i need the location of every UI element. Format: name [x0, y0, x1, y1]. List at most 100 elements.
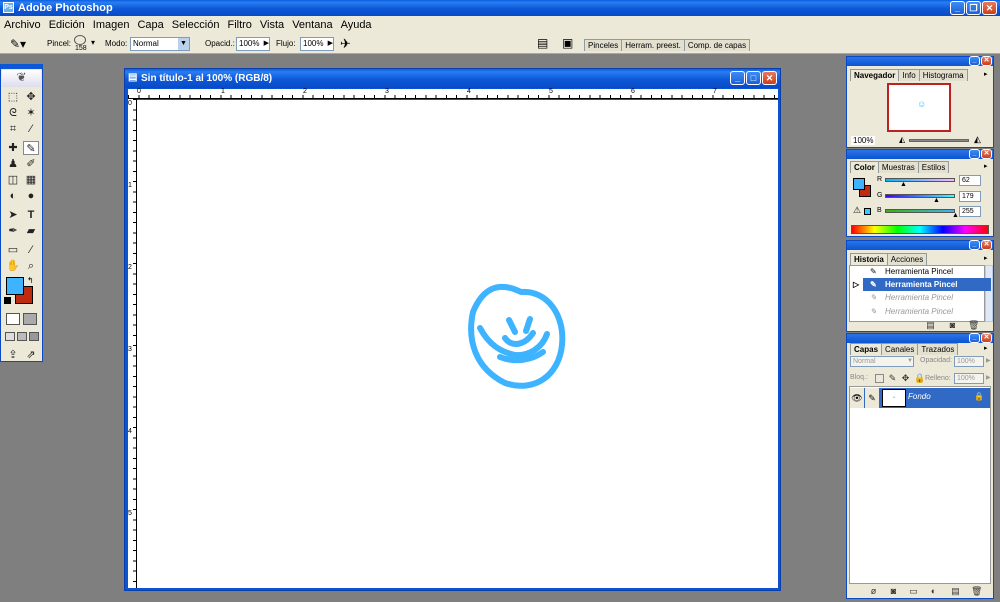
- color-minimize-button[interactable]: _: [969, 149, 980, 159]
- new-document-from-state-icon[interactable]: ▤: [926, 321, 935, 330]
- layer-mask-icon[interactable]: ◙: [889, 587, 898, 596]
- healing-brush-tool-icon[interactable]: ✚: [5, 141, 21, 155]
- history-item-selected[interactable]: ▷ ✎ Herramienta Pincel: [853, 278, 991, 291]
- g-slider[interactable]: [885, 194, 955, 198]
- gradient-tool-icon[interactable]: ▦: [23, 173, 39, 187]
- color-fg-swatch[interactable]: [853, 178, 865, 190]
- close-button[interactable]: ✕: [982, 1, 997, 15]
- tab-historia[interactable]: Historia: [850, 253, 888, 265]
- tab-herram-preest[interactable]: Herram. preest.: [621, 39, 685, 51]
- tab-acciones[interactable]: Acciones: [886, 253, 928, 265]
- warning-icon[interactable]: ⚠: [853, 205, 861, 216]
- zoom-slider[interactable]: [909, 139, 969, 142]
- layer-opacity-field[interactable]: 100%: [954, 356, 984, 367]
- menu-seleccion[interactable]: Selección: [168, 16, 224, 34]
- history-close-button[interactable]: ✕: [981, 240, 992, 250]
- tab-color[interactable]: Color: [850, 161, 879, 173]
- panel-menu-arrow-icon[interactable]: ▸: [984, 70, 988, 78]
- zoom-out-icon[interactable]: ◭: [899, 135, 905, 144]
- foreground-color-swatch[interactable]: [6, 277, 24, 295]
- quick-mask-icon[interactable]: [23, 313, 37, 325]
- color-spectrum-bar[interactable]: [851, 225, 989, 234]
- zoom-tool-icon[interactable]: ⌕: [23, 259, 39, 273]
- navigator-minimize-button[interactable]: _: [969, 56, 980, 66]
- fill-field[interactable]: 100%: [954, 373, 984, 384]
- flow-arrow-icon[interactable]: ▶: [328, 38, 333, 50]
- palette-well-icon[interactable]: ▣: [562, 36, 573, 50]
- layer-style-icon[interactable]: ø: [869, 587, 878, 596]
- menu-vista[interactable]: Vista: [256, 16, 288, 34]
- shape-tool-icon[interactable]: ▰: [23, 224, 39, 238]
- layer-set-icon[interactable]: ▭: [909, 587, 918, 596]
- lock-image-icon[interactable]: ✎: [888, 374, 897, 383]
- color-panel-header[interactable]: _ ✕: [847, 149, 993, 159]
- delete-layer-icon[interactable]: 🗑: [971, 587, 982, 596]
- lock-transparency-icon[interactable]: [875, 374, 884, 383]
- photoshop-feather-icon[interactable]: ❦: [2, 70, 41, 87]
- web-safe-swatch[interactable]: [864, 208, 871, 215]
- hand-tool-icon[interactable]: ✋: [5, 259, 21, 273]
- jump-to-imageready-icon[interactable]: ⇪: [5, 348, 21, 362]
- history-item[interactable]: ✎ Herramienta Pincel: [863, 291, 991, 304]
- layer-row-fondo[interactable]: 👁 ✎ • Fondo 🔒: [850, 388, 990, 408]
- dodge-tool-icon[interactable]: ●: [23, 189, 39, 203]
- move-tool-icon[interactable]: ✥: [23, 90, 39, 104]
- screen-mode-standard-icon[interactable]: [5, 332, 15, 341]
- doc-maximize-button[interactable]: □: [746, 71, 761, 85]
- tab-muestras[interactable]: Muestras: [877, 161, 919, 173]
- adjustment-layer-icon[interactable]: ◐: [929, 587, 938, 596]
- color-close-button[interactable]: ✕: [981, 149, 992, 159]
- doc-close-button[interactable]: ✕: [762, 71, 777, 85]
- b-value-field[interactable]: 255: [959, 206, 981, 217]
- lasso-tool-icon[interactable]: ᘓ: [5, 106, 21, 120]
- b-slider-handle-icon[interactable]: ▲: [952, 212, 959, 219]
- tab-histograma[interactable]: Histograma: [918, 69, 968, 81]
- brush-tool-icon[interactable]: ✎: [23, 141, 39, 155]
- eraser-tool-icon[interactable]: ◫: [5, 173, 21, 187]
- opacity-field[interactable]: 100% ▶: [236, 37, 270, 51]
- menu-edicion[interactable]: Edición: [45, 16, 89, 34]
- airbrush-icon[interactable]: ✈: [340, 36, 351, 52]
- flow-field[interactable]: 100% ▶: [300, 37, 334, 51]
- tab-comp-capas[interactable]: Comp. de capas: [683, 39, 751, 51]
- restore-button[interactable]: ❐: [966, 1, 981, 15]
- blend-mode-select[interactable]: Normal ▼: [850, 356, 914, 367]
- g-slider-handle-icon[interactable]: ▲: [933, 197, 940, 204]
- screen-mode-full-icon[interactable]: [29, 332, 39, 341]
- slice-tool-icon[interactable]: ⁄: [23, 122, 39, 136]
- blur-tool-icon[interactable]: ◐: [5, 189, 21, 203]
- eyedropper-tool-icon[interactable]: ⁄: [23, 243, 39, 257]
- new-layer-icon[interactable]: ▤: [951, 587, 960, 596]
- mode-select[interactable]: Normal ▼: [130, 37, 190, 51]
- tab-pinceles[interactable]: Pinceles: [584, 39, 623, 51]
- crop-tool-icon[interactable]: ⌗: [5, 122, 21, 136]
- r-slider-handle-icon[interactable]: ▲: [900, 181, 907, 188]
- opacity-arrow-icon[interactable]: ▶: [264, 38, 269, 50]
- brush-dropdown-icon[interactable]: ▾: [91, 38, 95, 47]
- tab-trazados[interactable]: Trazados: [917, 343, 959, 355]
- navigator-preview[interactable]: ☺: [887, 83, 951, 132]
- r-slider[interactable]: [885, 178, 955, 182]
- minimize-button[interactable]: _: [950, 1, 965, 15]
- history-item[interactable]: ✎ Herramienta Pincel: [863, 265, 991, 278]
- file-browser-icon[interactable]: ▤: [537, 36, 548, 50]
- g-value-field[interactable]: 179: [959, 191, 981, 202]
- doc-minimize-button[interactable]: _: [730, 71, 745, 85]
- layers-menu-arrow-icon[interactable]: ▸: [984, 344, 988, 352]
- notes-tool-icon[interactable]: ▭: [5, 243, 21, 257]
- swap-colors-icon[interactable]: ↰: [27, 276, 34, 285]
- menu-ayuda[interactable]: Ayuda: [337, 16, 376, 34]
- navigator-panel-header[interactable]: _ ✕: [847, 56, 993, 66]
- history-menu-arrow-icon[interactable]: ▸: [984, 254, 988, 262]
- menu-imagen[interactable]: Imagen: [89, 16, 134, 34]
- zoom-in-icon[interactable]: ◭: [974, 134, 981, 145]
- default-colors-icon[interactable]: [4, 297, 11, 304]
- navigator-close-button[interactable]: ✕: [981, 56, 992, 66]
- jump-to-imageready-alt-icon[interactable]: ⇗: [23, 348, 39, 362]
- lock-position-icon[interactable]: ✥: [901, 374, 910, 383]
- tab-canales[interactable]: Canales: [881, 343, 919, 355]
- tab-info[interactable]: Info: [898, 69, 920, 81]
- marquee-tool-icon[interactable]: ⬚: [5, 90, 21, 104]
- history-panel-header[interactable]: _ ✕: [847, 240, 993, 250]
- screen-mode-menus-icon[interactable]: [17, 332, 27, 341]
